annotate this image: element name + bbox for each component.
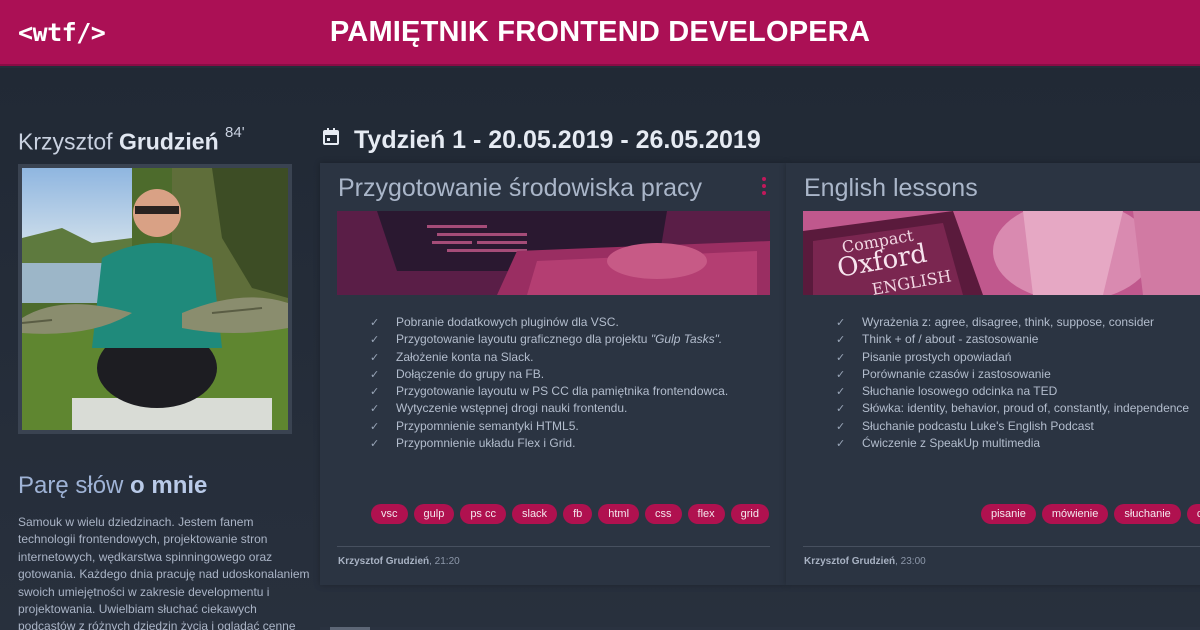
author-photo — [18, 164, 292, 434]
tag-mowienie[interactable]: mówienie — [1041, 504, 1109, 524]
check-icon: ✓ — [370, 317, 380, 329]
page-content: Krzysztof Grudzień 84' Parę słów o mnie … — [0, 68, 1200, 630]
check-icon: ✓ — [836, 386, 846, 399]
task-text: Słówka: identity, behavior, proud of, co… — [862, 401, 1190, 416]
card-banner-image — [337, 211, 770, 295]
check-icon: ✓ — [370, 368, 380, 381]
check-icon: ✓ — [836, 420, 846, 433]
check-icon: ✓ — [836, 351, 846, 364]
tag-sluchanie[interactable]: słuchanie — [1114, 504, 1181, 524]
more-vert-icon[interactable] — [761, 177, 767, 197]
check-icon: ✓ — [836, 317, 846, 329]
card-time: , 23:00 — [895, 556, 926, 567]
task-item: ✓ Przygotowanie layoutu graficznego dla p… — [370, 331, 728, 348]
about-title-part2: o mnie — [130, 472, 208, 499]
site-title[interactable]: PAMIĘTNIK FRONTEND DEVELOPERA — [0, 16, 1200, 49]
about-title-part1: Parę słów — [18, 472, 124, 499]
tag-pisanie[interactable]: pisanie — [981, 504, 1036, 524]
task-text: Przygotowanie layoutu graficznego dla pr… — [396, 332, 648, 347]
entry-card-english: English lessons Compact Oxford ENGLISH ✓… — [786, 163, 1200, 585]
task-item: ✓ Przypomnienie układu Flex i Grid. — [370, 435, 728, 452]
check-icon: ✓ — [370, 438, 380, 451]
task-text: Pisanie prostych opowiadań — [862, 349, 1012, 364]
task-text: Słuchanie losowego odcinka na TED — [862, 384, 1058, 399]
task-text: Dołączenie do grupy na FB. — [396, 366, 545, 381]
task-text: Przypomnienie układu Flex i Grid. — [396, 436, 576, 451]
task-text: Think + of / about - zastosowanie — [862, 332, 1039, 347]
task-item: ✓ Słuchanie podcastu Luke's English Podca… — [836, 418, 1189, 435]
task-item: ✓ Wyrażenia z: agree, disagree, think, su… — [836, 314, 1189, 331]
check-icon: ✓ — [370, 386, 380, 399]
task-text-italic: "Gulp Tasks". — [650, 332, 723, 347]
task-text: Pobranie dodatkowych pluginów dla VSC. — [396, 315, 619, 329]
author-first-name: Krzysztof — [18, 128, 113, 155]
check-icon: ✓ — [370, 420, 380, 433]
task-item: ✓ Przypomnienie semantyki HTML5. — [370, 418, 728, 435]
card-divider — [803, 546, 1200, 547]
task-item: ✓ Słówka: identity, behavior, proud of, c… — [836, 400, 1189, 417]
check-icon: ✓ — [836, 438, 846, 451]
check-icon: ✓ — [836, 368, 846, 381]
calendar-icon — [322, 124, 340, 153]
tag-css[interactable]: css — [645, 504, 682, 524]
card-title: Przygotowanie środowiska pracy — [338, 174, 703, 202]
entry-card-environment: Przygotowanie środowiska pracy ✓ Pobrani… — [320, 163, 786, 585]
tag-list: vsc gulp ps cc slack fb html css flex grid — [365, 504, 769, 524]
tag-slack[interactable]: slack — [512, 504, 558, 524]
task-list: ✓ Pobranie dodatkowych pluginów dla VSC. … — [370, 314, 728, 452]
task-item: ✓ Założenie konta na Slack. — [370, 349, 728, 366]
task-text: Porównanie czasów i zastosowanie — [862, 366, 1051, 381]
author-year: 84' — [225, 124, 245, 141]
check-icon: ✓ — [370, 351, 380, 364]
task-item: ✓ Pobranie dodatkowych pluginów dla VSC. — [370, 314, 728, 331]
task-item: ✓ Wytyczenie wstępnej drogi nauki fronten… — [370, 400, 728, 417]
tag-czytanie[interactable]: czytanie — [1186, 504, 1200, 524]
about-text: Samouk w wielu dziedzinach. Jestem fanem… — [18, 515, 310, 630]
task-text: Wytyczenie wstępnej drogi nauki frontend… — [396, 401, 628, 416]
author-photo-image — [22, 168, 288, 430]
task-text: Wyrażenia z: agree, disagree, think, sup… — [862, 315, 1155, 329]
card-title: English lessons — [804, 174, 978, 202]
card-time: , 21:20 — [429, 556, 460, 567]
card-meta: Krzysztof Grudzień, 21:20 — [338, 556, 460, 567]
tag-fb[interactable]: fb — [563, 504, 593, 524]
week-heading: Tydzień 1 - 20.05.2019 - 26.05.2019 — [322, 126, 761, 156]
top-header: <wtf/> PAMIĘTNIK FRONTEND DEVELOPERA — [0, 0, 1200, 66]
task-item: ✓ Porównanie czasów i zastosowanie — [836, 366, 1189, 383]
card-author: Krzysztof Grudzień — [338, 556, 430, 567]
task-text: Słuchanie podcastu Luke's English Podcas… — [862, 418, 1094, 433]
card-divider — [337, 546, 770, 547]
task-item: ✓ Think + of / about - zastosowanie — [836, 331, 1189, 348]
task-text: Przygotowanie layoutu w PS CC dla pamięt… — [396, 384, 729, 399]
author-last-name: Grudzień — [118, 128, 219, 155]
check-icon: ✓ — [836, 403, 846, 416]
task-text: Przypomnienie semantyki HTML5. — [396, 418, 579, 433]
task-item: ✓ Dołączenie do grupy na FB. — [370, 366, 728, 383]
tag-ps-cc[interactable]: ps cc — [460, 504, 506, 524]
check-icon: ✓ — [370, 403, 380, 416]
task-item: ✓ Pisanie prostych opowiadań — [836, 349, 1189, 366]
tag-vsc[interactable]: vsc — [371, 504, 408, 524]
tag-flex[interactable]: flex — [687, 504, 725, 524]
task-list: ✓ Wyrażenia z: agree, disagree, think, su… — [836, 314, 1189, 452]
card-author: Krzysztof Grudzień — [804, 556, 896, 567]
task-text: Ćwiczenie z SpeakUp multimedia — [862, 436, 1041, 451]
week-title: Tydzień 1 - 20.05.2019 - 26.05.2019 — [354, 126, 761, 154]
tag-grid[interactable]: grid — [730, 504, 769, 524]
task-item: ✓ Ćwiczenie z SpeakUp multimedia — [836, 435, 1189, 452]
tag-html[interactable]: html — [598, 504, 640, 524]
card-banner-image: Compact Oxford ENGLISH — [803, 211, 1200, 295]
tag-gulp[interactable]: gulp — [413, 504, 455, 524]
check-icon: ✓ — [836, 334, 846, 347]
card-meta: Krzysztof Grudzień, 23:00 — [804, 556, 926, 567]
task-item: ✓ Przygotowanie layoutu w PS CC dla pamię… — [370, 383, 728, 400]
tag-list: pisaniemówieniesłuchanie czytanie — [975, 504, 1200, 524]
task-text: Założenie konta na Slack. — [396, 349, 534, 364]
author-name: Krzysztof Grudzień 84' — [18, 124, 245, 156]
about-title: Parę słów o mnie — [18, 472, 207, 500]
check-icon: ✓ — [370, 334, 380, 347]
task-item: ✓ Słuchanie losowego odcinka na TED — [836, 383, 1189, 400]
